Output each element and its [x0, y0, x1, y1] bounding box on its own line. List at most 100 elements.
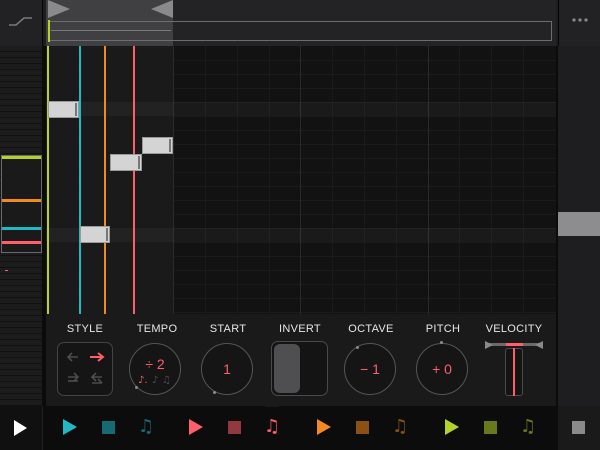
track-1-stop-button[interactable] — [100, 419, 116, 435]
track-4-play-button[interactable] — [444, 419, 460, 435]
track-3-stop-button[interactable] — [354, 419, 370, 435]
grid-beat-line — [237, 46, 238, 314]
invert-label: INVERT — [279, 323, 321, 335]
playhead-orange — [104, 46, 106, 314]
overview-playhead — [48, 20, 50, 42]
loop-start-handle[interactable] — [48, 0, 70, 18]
stop-icon — [572, 421, 585, 434]
note-block[interactable] — [110, 154, 142, 171]
grid-row-line — [46, 214, 556, 215]
track-1-edit-button[interactable]: ♫ — [137, 416, 155, 437]
note-block[interactable] — [48, 101, 79, 118]
music-note-icon: ♫ — [519, 416, 537, 437]
track-2-play-button[interactable] — [188, 419, 204, 435]
stop-icon — [101, 420, 115, 434]
selected-track-indicator — [265, 400, 279, 407]
grid-beat-line — [364, 46, 365, 314]
main-play-button[interactable] — [0, 406, 43, 450]
svg-text:♪.: ♪. — [138, 375, 148, 386]
music-note-icon: ♫ — [137, 416, 155, 437]
grid-row-highlight — [46, 228, 556, 242]
grid-beat-line — [523, 46, 524, 314]
octave-label: OCTAVE — [348, 323, 394, 335]
keyboard-track-marker-red — [2, 241, 41, 244]
velocity-label: VELOCITY — [485, 323, 543, 335]
play-icon — [63, 419, 77, 435]
grid-bar-line — [428, 46, 429, 314]
note-block[interactable] — [142, 137, 173, 154]
start-label: START — [209, 323, 247, 335]
grid-beat-line — [269, 46, 270, 314]
play-icon — [445, 419, 459, 435]
play-icon — [14, 420, 27, 436]
grid-row-line — [46, 74, 556, 75]
grid-row-line — [46, 312, 556, 313]
grid-row-line — [46, 60, 556, 61]
track-3-edit-button[interactable]: ♫ — [391, 416, 409, 437]
grid-row-line — [46, 88, 556, 89]
grid-beat-line — [110, 46, 111, 314]
stop-icon — [483, 420, 497, 434]
velocity-level-line — [513, 348, 515, 396]
start-value: 1 — [223, 361, 231, 377]
grid-bar-line — [300, 46, 301, 314]
start-knob-dot — [213, 391, 216, 394]
grid-row-highlight — [46, 102, 556, 116]
grid-row-line — [46, 270, 556, 271]
grid-row-line — [46, 144, 556, 145]
track-1-play-button[interactable] — [62, 419, 78, 435]
style-label: STYLE — [66, 323, 104, 335]
velocity-left-handle[interactable] — [485, 341, 493, 349]
grid-beat-line — [491, 46, 492, 314]
pitch-label: PITCH — [425, 323, 461, 335]
keyboard-track-marker-lime — [2, 156, 41, 159]
tempo-label: TEMPO — [136, 323, 178, 335]
keyboard-tick — [5, 270, 8, 271]
grid-row-line — [46, 298, 556, 299]
octave-knob-dot — [356, 346, 359, 349]
keyboard-track-marker-teal — [2, 227, 41, 230]
tempo-knob-dot — [135, 386, 138, 389]
grid-row-line — [46, 116, 556, 117]
note-division-icon: ♪. ♪ ♫ — [138, 375, 171, 386]
track-4-edit-button[interactable]: ♫ — [519, 416, 537, 437]
svg-text:♪: ♪ — [152, 375, 158, 386]
grid-beat-line — [396, 46, 397, 314]
grid-row-line — [46, 130, 556, 131]
invert-switch-thumb[interactable] — [274, 344, 300, 393]
main-stop-button[interactable] — [558, 406, 600, 450]
overview-loop-line — [51, 30, 171, 31]
octave-value: − 1 — [360, 361, 380, 377]
note-grid[interactable] — [46, 46, 556, 314]
arrows-icon — [66, 352, 105, 384]
keyboard-view-window[interactable] — [1, 155, 42, 253]
curve-button[interactable] — [0, 0, 43, 46]
style-selector[interactable] — [57, 342, 113, 396]
pitch-value: + 0 — [432, 361, 452, 377]
pattern-overview[interactable] — [49, 21, 552, 41]
grid-row-line — [46, 256, 556, 257]
curve-icon — [9, 17, 32, 26]
note-block[interactable] — [80, 226, 110, 243]
stop-icon — [227, 420, 241, 434]
grid-row-line — [46, 284, 556, 285]
stop-icon — [355, 420, 369, 434]
track-2-stop-button[interactable] — [226, 419, 242, 435]
grid-bar-line — [173, 46, 174, 314]
keyboard-track-marker-orange — [2, 199, 41, 202]
more-button[interactable] — [558, 0, 600, 46]
loop-end-handle[interactable] — [151, 0, 173, 18]
grid-beat-line — [459, 46, 460, 314]
track-4-stop-button[interactable] — [482, 419, 498, 435]
music-note-icon: ♫ — [391, 416, 409, 437]
vertical-scroll-thumb[interactable] — [558, 212, 600, 236]
grid-row-line — [46, 200, 556, 201]
grid-beat-line — [141, 46, 142, 314]
grid-row-line — [46, 172, 556, 173]
grid-row-line — [46, 242, 556, 243]
track-2-edit-button[interactable]: ♫ — [264, 418, 280, 436]
grid-row-line — [46, 186, 556, 187]
track-3-play-button[interactable] — [316, 419, 332, 435]
velocity-right-handle[interactable] — [535, 341, 543, 349]
pitch-knob-dot — [440, 341, 443, 344]
